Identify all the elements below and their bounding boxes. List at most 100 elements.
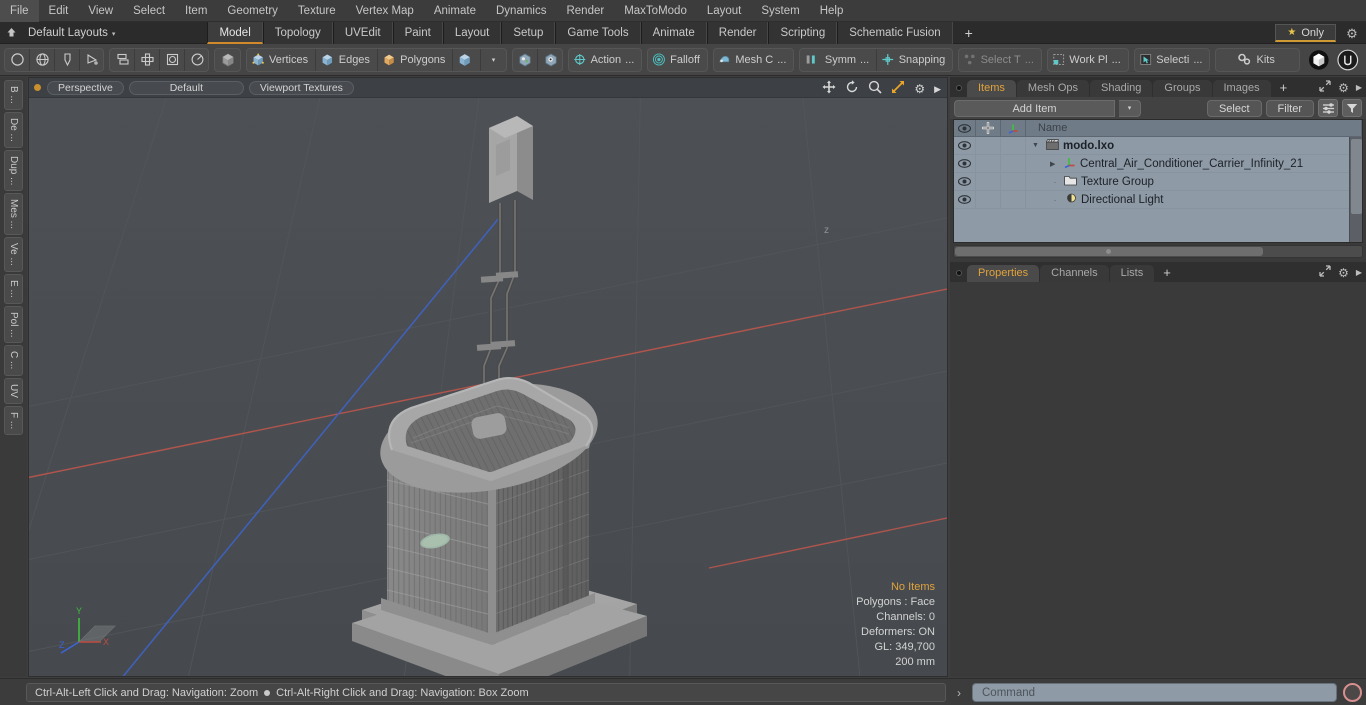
unreal-icon[interactable] [1334, 48, 1362, 72]
menu-item-dynamics[interactable]: Dynamics [486, 0, 556, 22]
symmetry-button[interactable]: Symm ... [800, 48, 878, 71]
align-icon[interactable] [110, 48, 136, 71]
left-tool-tab-0[interactable]: B ... [4, 80, 23, 110]
panel-tab-items[interactable]: Items [967, 80, 1016, 97]
filter-funnel-icon[interactable] [1342, 99, 1362, 117]
item-row[interactable]: ▶ Central_Air_Conditioner_Carrier_Infinit… [954, 154, 1362, 173]
selection-set-button[interactable]: Selecti ... [1133, 47, 1211, 72]
symmetry-cube-icon[interactable] [513, 48, 538, 71]
item-row[interactable]: ▼ modo.lxo [954, 136, 1362, 155]
left-tool-tab-9[interactable]: F ... [4, 405, 23, 435]
axis-icon[interactable] [1001, 120, 1026, 137]
rotate-icon[interactable] [845, 80, 859, 97]
radial-icon[interactable] [185, 49, 208, 71]
left-tool-tab-7[interactable]: C ... [4, 345, 23, 376]
layout-tab-uvedit[interactable]: UVEdit [332, 21, 393, 44]
item-name-cell[interactable]: · Texture Group [1026, 175, 1362, 189]
menu-item-texture[interactable]: Texture [288, 0, 346, 22]
selection-mode-dropdown[interactable]: ▾ [481, 49, 506, 71]
select-button[interactable]: Select [1206, 99, 1262, 117]
expand-icon[interactable] [1319, 265, 1331, 280]
panel-tab-images[interactable]: Images [1212, 80, 1271, 97]
falloff-icon[interactable]: Falloff [648, 49, 707, 71]
expander-icon[interactable]: ▶ [1050, 160, 1060, 168]
panel-tab-shading[interactable]: Shading [1090, 80, 1153, 97]
layout-tab-scripting[interactable]: Scripting [768, 21, 838, 44]
layout-tab-model[interactable]: Model [207, 21, 263, 44]
mesh-constraint-icon[interactable]: Mesh C ... [714, 49, 793, 71]
menu-item-select[interactable]: Select [123, 0, 175, 22]
layout-tab-schematic-fusion[interactable]: Schematic Fusion [837, 21, 953, 44]
menu-item-render[interactable]: Render [556, 0, 614, 22]
kits-gears-icon[interactable]: Kits [1216, 49, 1298, 71]
falloff-button[interactable]: Falloff [647, 47, 708, 72]
menu-item-layout[interactable]: Layout [697, 0, 752, 22]
selection-set-icon[interactable]: Selecti ... [1135, 49, 1210, 71]
pan-icon[interactable] [822, 80, 836, 97]
arrow-right-icon[interactable]: ▶ [934, 82, 941, 96]
circle-icon[interactable] [5, 48, 30, 71]
menu-item-edit[interactable]: Edit [39, 0, 79, 22]
item-row[interactable]: · Texture Group [954, 172, 1362, 191]
layout-tab-render[interactable]: Render [706, 21, 769, 44]
eye-icon[interactable] [954, 154, 976, 173]
item-list-scrollbar[interactable] [1349, 137, 1362, 242]
panel-tab-properties[interactable]: Properties [967, 265, 1040, 282]
menu-item-help[interactable]: Help [810, 0, 854, 22]
kits-button[interactable]: Kits [1215, 47, 1300, 72]
record-circle-icon[interactable] [1343, 683, 1362, 702]
filter-button[interactable]: Filter [1265, 99, 1314, 117]
gear-icon[interactable]: ⚙ [1344, 26, 1360, 42]
viewport-shading-button[interactable]: Default [128, 80, 244, 95]
layout-tab-game-tools[interactable]: Game Tools [555, 21, 641, 44]
boundary-icon[interactable] [160, 48, 186, 71]
home-icon[interactable] [0, 22, 22, 44]
left-tool-tab-5[interactable]: E ... [4, 273, 23, 304]
3d-viewport[interactable]: Perspective Default Viewport Textures ⚙ … [28, 77, 948, 677]
left-tool-tab-3[interactable]: Mes ... [4, 193, 23, 236]
globe-icon[interactable] [30, 48, 55, 71]
layout-tab-animate[interactable]: Animate [640, 21, 707, 44]
snapping-button[interactable]: Snapping [877, 49, 952, 71]
add-layout-tab-button[interactable]: + [953, 22, 985, 44]
add-item-button[interactable]: Add Item [954, 99, 1115, 117]
menu-item-vertex-map[interactable]: Vertex Map [346, 0, 424, 22]
layout-tab-topology[interactable]: Topology [262, 21, 333, 44]
command-input[interactable]: Command [972, 683, 1337, 702]
left-tool-tab-2[interactable]: Dup ... [4, 149, 23, 192]
mesh-constraint-button[interactable]: Mesh C ... [712, 47, 795, 72]
item-name-cell[interactable]: ▶ Central_Air_Conditioner_Carrier_Infinit… [1026, 156, 1362, 171]
menu-item-file[interactable]: File [0, 0, 39, 22]
work-plane-icon[interactable]: Work Pl ... [1048, 49, 1128, 71]
viewport-perspective-button[interactable]: Perspective [47, 80, 124, 95]
eye-icon[interactable] [954, 120, 976, 137]
menu-item-system[interactable]: System [751, 0, 809, 22]
eye-icon[interactable] [954, 172, 976, 191]
left-tool-tab-4[interactable]: Ve ... [4, 237, 23, 272]
panel-tab-groups[interactable]: Groups [1153, 80, 1212, 97]
selection-mode-items[interactable] [453, 48, 481, 71]
layout-tab-setup[interactable]: Setup [501, 21, 556, 44]
lock-toggle[interactable] [976, 154, 1001, 173]
layouts-dropdown[interactable]: Default Layouts ▾ [22, 27, 115, 39]
viewport-canvas[interactable]: z Y X Z No Items Polygons: Face Channel… [29, 98, 947, 676]
action-center-icon[interactable]: Action ... [569, 49, 641, 71]
eye-icon[interactable] [954, 136, 976, 155]
menu-item-geometry[interactable]: Geometry [217, 0, 288, 22]
center-icon[interactable] [135, 48, 161, 71]
panel-tab-lists[interactable]: Lists [1109, 265, 1155, 282]
arrow-right-icon[interactable]: ▶ [1356, 83, 1362, 92]
selection-mode-vertices[interactable]: Vertices [247, 48, 317, 71]
lock-icon[interactable] [976, 120, 1001, 137]
cut-icon[interactable] [80, 49, 103, 71]
menu-item-animate[interactable]: Animate [424, 0, 486, 22]
only-button[interactable]: ★ Only [1275, 24, 1336, 42]
item-list[interactable]: Name ▼ modo.lxo ▶ Central_Air_Conditioner_C… [953, 119, 1363, 243]
lock-toggle[interactable] [976, 190, 1001, 209]
gear-icon[interactable]: ⚙ [1338, 266, 1349, 280]
cube-icon[interactable] [215, 49, 240, 71]
scrollbar-thumb[interactable] [1351, 139, 1362, 214]
fit-icon[interactable] [891, 80, 905, 97]
selection-mode-edges[interactable]: Edges [316, 48, 378, 71]
menu-item-view[interactable]: View [78, 0, 123, 22]
